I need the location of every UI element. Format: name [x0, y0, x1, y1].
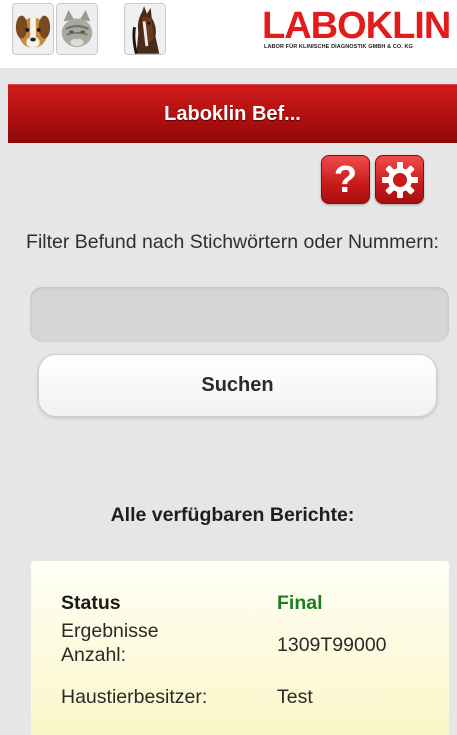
dog-icon — [12, 3, 54, 55]
brand-bar: LABOKLIN LABOR FÜR KLINISCHE DIAGNOSTIK … — [0, 0, 457, 68]
cat-icon — [56, 3, 98, 55]
status-label: Status — [61, 592, 121, 614]
logo-tagline: LABOR FÜR KLINISCHE DIAGNOSTIK GMBH & CO… — [264, 44, 413, 50]
search-input[interactable] — [30, 287, 449, 342]
settings-button[interactable] — [375, 155, 424, 204]
status-value: Final — [277, 592, 323, 614]
horse-icon — [124, 3, 166, 55]
count-value: 1309T99000 — [277, 634, 387, 656]
filter-label: Filter Befund nach Stichwörtern oder Num… — [26, 231, 439, 253]
help-button[interactable]: ? — [321, 155, 370, 204]
owner-value: Test — [277, 686, 313, 708]
laboklin-logo: LABOKLIN LABOR FÜR KLINISCHE DIAGNOSTIK … — [262, 6, 457, 62]
search-button[interactable]: Suchen — [38, 354, 437, 417]
main-content: ? Filter Befund nach Stichwörtern oder N… — [8, 143, 457, 735]
gear-icon — [381, 161, 418, 198]
count-label: Ergebnisse Anzahl: — [61, 620, 159, 666]
help-icon: ? — [333, 158, 358, 201]
reports-heading: Alle verfügbaren Berichte: — [110, 504, 355, 526]
report-card[interactable]: Status Final Ergebnisse Anzahl: 1309T990… — [31, 561, 449, 735]
owner-label: Haustierbesitzer: — [61, 686, 208, 708]
logo-wordmark: LABOKLIN — [262, 5, 451, 47]
page-header: Laboklin Bef... — [8, 84, 457, 143]
page-title: Laboklin Bef... — [164, 102, 301, 125]
